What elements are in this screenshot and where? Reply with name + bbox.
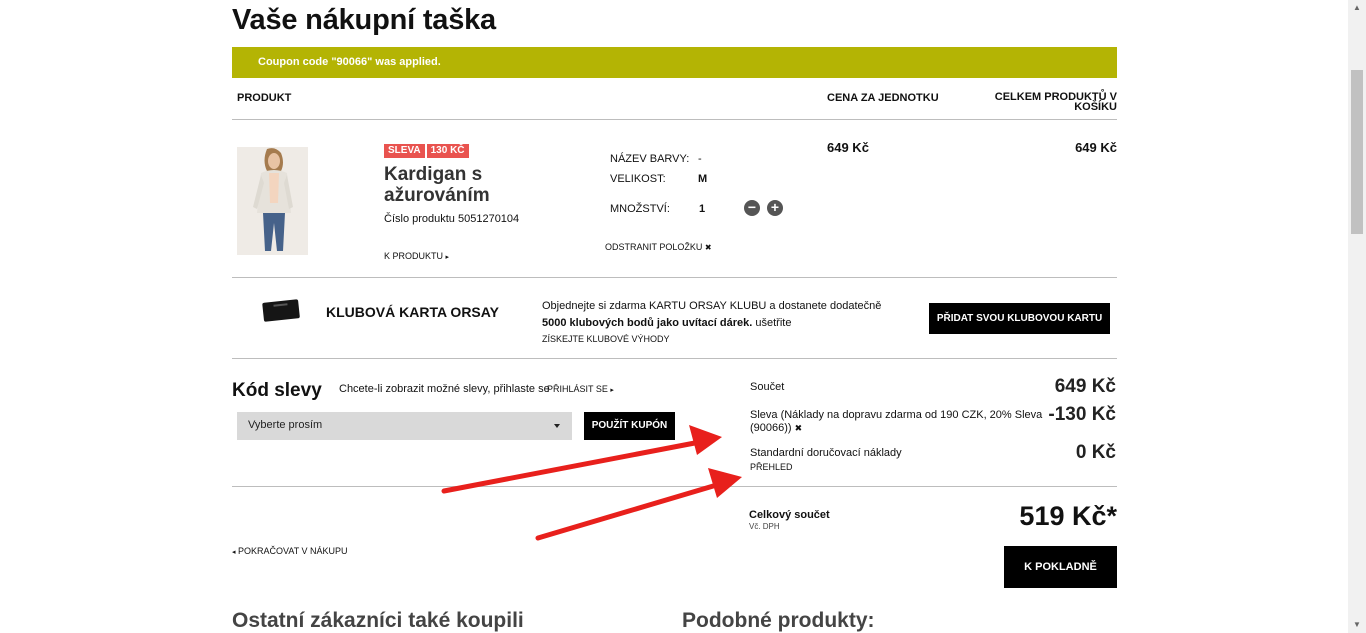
scrollbar-thumb[interactable]	[1351, 70, 1363, 234]
annotation-arrowhead-upper	[689, 425, 722, 455]
similar-products-heading: Podobné produkty:	[682, 609, 875, 632]
annotation-arrowhead-lower	[708, 468, 742, 498]
annotation-arrow-upper	[441, 439, 703, 494]
annotation-arrow-lower	[535, 481, 723, 541]
others-bought-heading: Ostatní zákazníci také koupili	[232, 609, 524, 632]
annotation-arrows	[441, 425, 742, 541]
scroll-down-icon[interactable]: ▼	[1353, 620, 1361, 629]
scroll-up-icon[interactable]: ▲	[1353, 3, 1361, 12]
